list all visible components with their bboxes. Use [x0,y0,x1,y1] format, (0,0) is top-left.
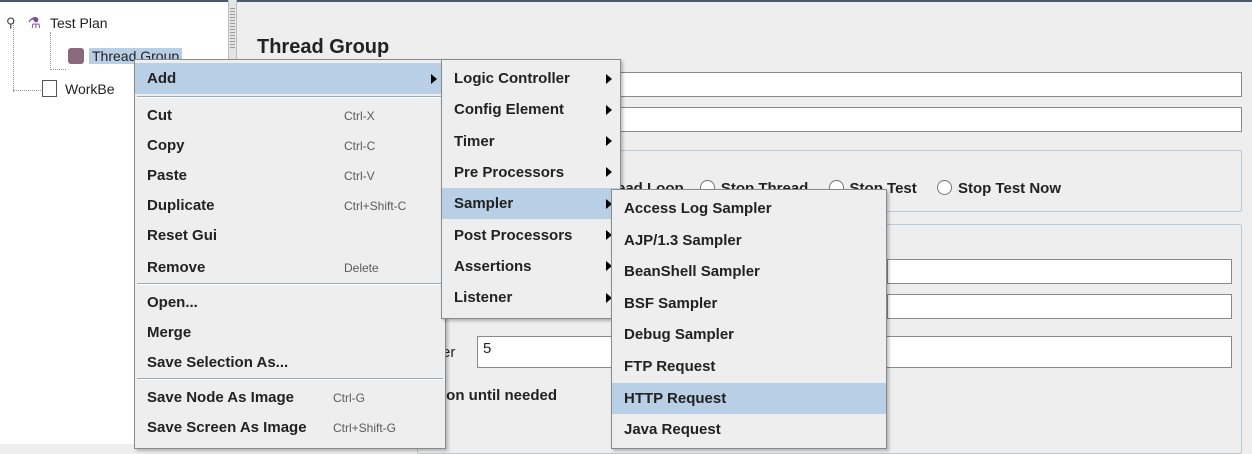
add-menu-item-post-processors[interactable]: Post Processors [442,220,620,251]
menu-item-label: Cut [147,107,172,124]
menu-item-label: Sampler [454,195,514,213]
tree-label-workbench: WorkBe [65,80,115,97]
sampler-item-beanshell-sampler[interactable]: BeanShell Sampler [612,256,886,287]
submenu-arrow-icon [606,104,612,115]
add-submenu: Logic Controller Config Element Timer Pre P… [441,59,621,319]
tree-item-test-plan[interactable]: ⚲ ⚗ Test Plan [6,14,111,32]
menu-item-label: Listener [454,289,513,307]
menu-item-save-screen-as-image[interactable]: Save Screen As Image Ctrl+Shift-G [135,412,445,443]
sampler-item-ftp-request[interactable]: FTP Request [612,351,886,382]
menu-item-label: Open... [147,294,198,311]
name-field[interactable] [617,72,1242,97]
submenu-arrow-icon [606,167,612,178]
menu-item-label: Timer [454,132,495,150]
menu-item-label: Save Selection As... [147,354,289,371]
menu-item-accelerator: Ctrl-V [344,168,375,183]
menu-item-label: Add [147,70,177,87]
menu-item-label: Copy [147,137,185,154]
menu-item-remove[interactable]: Remove Delete [135,252,445,283]
menu-item-add[interactable]: Add [135,63,445,94]
page-title: Thread Group [257,36,390,58]
menu-item-label: Merge [147,324,192,341]
menu-item-accelerator: Ctrl-G [333,390,365,405]
menu-item-save-node-as-image[interactable]: Save Node As Image Ctrl-G [135,382,445,413]
sampler-item-debug-sampler[interactable]: Debug Sampler [612,319,886,350]
submenu-arrow-icon [606,73,612,84]
option-stop-test-now[interactable]: Stop Test Now [936,180,1061,197]
rampup-field[interactable] [887,294,1232,319]
menu-item-label: Paste [147,167,188,184]
expand-toggle-icon[interactable]: ⚲ [6,15,16,31]
menu-item-label: BeanShell Sampler [624,263,760,281]
menu-item-merge[interactable]: Merge [135,317,445,348]
menu-item-open[interactable]: Open... [135,287,445,318]
menu-item-accelerator: Ctrl+Shift-G [333,420,397,435]
menu-item-save-selection-as[interactable]: Save Selection As... [135,347,445,378]
tree-label-test-plan: Test Plan [49,15,108,31]
add-menu-item-listener[interactable]: Listener [442,282,620,313]
thread-group-icon [68,48,84,64]
sampler-item-java-request[interactable]: Java Request [612,414,886,445]
add-menu-item-timer[interactable]: Timer [442,126,620,157]
sampler-item-access-log-sampler[interactable]: Access Log Sampler [612,193,886,224]
menu-separator [137,378,443,380]
sampler-item-http-request[interactable]: HTTP Request [612,382,886,414]
threads-count-field[interactable] [887,259,1232,284]
menu-item-paste[interactable]: Paste Ctrl-V [135,160,445,191]
submenu-arrow-icon [606,136,612,147]
menu-item-cut[interactable]: Cut Ctrl-X [135,100,445,131]
menu-item-label: Assertions [454,257,532,275]
submenu-arrow-icon [431,73,437,84]
menu-item-label: HTTP Request [624,389,727,407]
menu-item-accelerator: Ctrl-X [344,108,375,123]
menu-item-label: Post Processors [454,226,573,244]
menu-item-label: Duplicate [147,197,215,214]
add-menu-item-logic-controller[interactable]: Logic Controller [442,63,620,94]
menu-item-label: Save Node As Image [147,389,295,406]
splitter-grip-icon [230,8,235,48]
menu-item-reset-gui[interactable]: Reset Gui [135,220,445,251]
menu-item-label: AJP/1.3 Sampler [624,231,742,249]
sampler-item-ajp-1-3-sampler[interactable]: AJP/1.3 Sampler [612,225,886,256]
menu-item-label: FTP Request [624,358,716,375]
menu-item-label: Java Request [624,421,721,439]
menu-item-label: Logic Controller [454,70,570,87]
workbench-icon [42,80,57,97]
menu-separator [137,283,443,285]
sampler-submenu: Access Log Sampler AJP/1.3 Sampler BeanShe… [611,189,887,449]
menu-item-label: Config Element [454,101,565,119]
menu-item-label: Pre Processors [454,163,565,181]
menu-item-accelerator: Ctrl-C [344,138,376,153]
sampler-item-bsf-sampler[interactable]: BSF Sampler [612,288,886,319]
menu-item-label: Remove [147,259,206,276]
add-menu-item-sampler[interactable]: Sampler [442,188,620,220]
label-stop-test-now: Stop Test Now [957,180,1061,197]
menu-item-accelerator: Delete [344,260,379,275]
menu-item-label: Access Log Sampler [624,200,772,217]
context-menu: Add Cut Ctrl-X Copy Ctrl-C Paste Ctrl-V Duplica… [134,59,446,449]
tree-item-workbench[interactable]: WorkBe [42,80,118,97]
menu-item-label: Debug Sampler [624,326,735,344]
delay-creation-label: tion until needed [437,387,557,404]
add-menu-item-pre-processors[interactable]: Pre Processors [442,157,620,188]
add-menu-item-config-element[interactable]: Config Element [442,94,620,125]
menu-item-accelerator: Ctrl+Shift-C [344,198,407,213]
flask-icon: ⚗ [27,15,41,32]
menu-item-copy[interactable]: Copy Ctrl-C [135,130,445,161]
menu-item-duplicate[interactable]: Duplicate Ctrl+Shift-C [135,190,445,221]
comments-field[interactable] [617,107,1242,132]
menu-item-label: Save Screen As Image [147,419,307,436]
menu-item-label: BSF Sampler [624,294,718,312]
radio-stop-test-now[interactable] [936,180,952,195]
add-menu-item-assertions[interactable]: Assertions [442,251,620,282]
menu-separator [137,96,443,98]
menu-item-label: Reset Gui [147,227,218,244]
